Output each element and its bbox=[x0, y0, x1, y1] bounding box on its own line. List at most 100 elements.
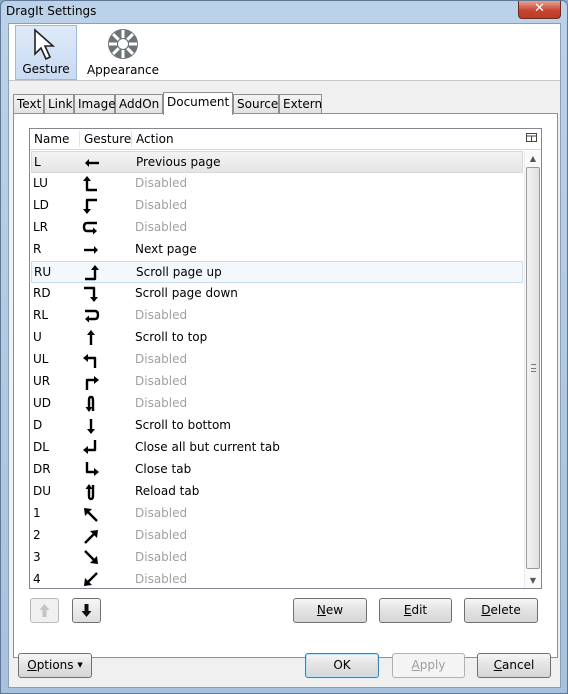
arrow-diag-up-left-icon bbox=[84, 508, 98, 522]
gesture-name-cell: UR bbox=[33, 374, 51, 388]
scroll-up-icon[interactable]: ▲ bbox=[525, 151, 541, 167]
gesture-list[interactable]: Name Gesture Action L Previous page LU Disa… bbox=[29, 128, 542, 589]
delete-button[interactable]: Delete bbox=[464, 598, 538, 623]
gesture-name-cell: UD bbox=[33, 396, 52, 410]
list-row[interactable]: DL Close all but current tab bbox=[31, 437, 523, 459]
list-row[interactable]: LU Disabled bbox=[31, 173, 523, 195]
arrow-up-icon bbox=[87, 330, 95, 345]
gesture-name-cell: 4 bbox=[33, 572, 41, 586]
list-row[interactable]: UR Disabled bbox=[31, 371, 523, 393]
wheel-icon bbox=[108, 29, 138, 59]
gesture-name-cell: U bbox=[33, 330, 42, 344]
gesture-name-cell: UL bbox=[33, 352, 49, 366]
column-divider[interactable] bbox=[79, 131, 80, 147]
arrow-down-left-icon bbox=[83, 440, 97, 454]
list-row[interactable]: UD Disabled bbox=[31, 393, 523, 415]
list-row[interactable]: R Next page bbox=[31, 239, 523, 261]
gesture-action-cell: Scroll to top bbox=[135, 330, 208, 344]
gesture-name-cell: 3 bbox=[33, 550, 41, 564]
arrow-down-icon bbox=[81, 604, 92, 617]
gesture-action-cell: Disabled bbox=[135, 308, 188, 322]
tab-panel-document: Name Gesture Action L Previous page LU Disa… bbox=[13, 113, 558, 658]
gesture-name-cell: D bbox=[33, 418, 43, 432]
list-row[interactable]: 2 Disabled bbox=[31, 525, 523, 547]
list-row[interactable]: 3 Disabled bbox=[31, 547, 523, 569]
gesture-name-cell: RU bbox=[34, 265, 52, 279]
tab-document[interactable]: Document bbox=[163, 92, 233, 115]
arrow-up-icon bbox=[39, 604, 50, 617]
arrow-down-up-icon bbox=[85, 484, 95, 501]
column-picker-icon[interactable] bbox=[526, 132, 538, 144]
tab-image[interactable]: Image bbox=[74, 94, 116, 114]
list-row[interactable]: LR Disabled bbox=[31, 217, 523, 239]
gesture-name-cell: R bbox=[33, 242, 42, 256]
list-row[interactable]: U Scroll to top bbox=[31, 327, 523, 349]
column-header-action[interactable]: Action bbox=[136, 132, 174, 146]
arrow-up-left-icon bbox=[83, 354, 97, 368]
apply-button[interactable]: Apply bbox=[392, 653, 465, 678]
list-row[interactable]: 4 Disabled bbox=[31, 569, 523, 588]
gesture-action-cell: Disabled bbox=[135, 198, 188, 212]
gesture-name-cell: DL bbox=[33, 440, 49, 454]
tab-source[interactable]: Source bbox=[233, 94, 279, 114]
gesture-action-cell: Scroll to bottom bbox=[135, 418, 231, 432]
edit-button[interactable]: Edit bbox=[379, 598, 452, 623]
move-down-button[interactable] bbox=[72, 598, 101, 623]
list-row[interactable]: RD Scroll page down bbox=[31, 283, 523, 305]
arrow-diag-down-right-icon bbox=[84, 550, 98, 564]
gesture-action-cell: Disabled bbox=[135, 176, 188, 190]
list-row[interactable]: RU Scroll page up bbox=[31, 261, 523, 283]
gesture-action-cell: Disabled bbox=[135, 528, 188, 542]
gesture-action-cell: Disabled bbox=[135, 550, 188, 564]
options-dropdown-button[interactable]: Options ▼ bbox=[18, 653, 92, 678]
ok-button[interactable]: OK bbox=[305, 653, 379, 678]
tab-extern[interactable]: Extern bbox=[279, 94, 322, 114]
scroll-down-icon[interactable]: ▼ bbox=[525, 573, 541, 588]
cursor-arrow-icon bbox=[34, 28, 56, 61]
gesture-category-button[interactable]: Gesture bbox=[15, 25, 77, 80]
vertical-scrollbar[interactable]: ▲ ▼ bbox=[524, 151, 541, 588]
arrow-left-right-icon bbox=[82, 221, 97, 235]
tab-addon[interactable]: AddOn bbox=[115, 94, 163, 114]
appearance-category-button[interactable]: Appearance bbox=[85, 25, 161, 80]
column-divider[interactable] bbox=[131, 131, 132, 147]
column-header-name[interactable]: Name bbox=[34, 132, 69, 146]
gesture-action-cell: Scroll page up bbox=[136, 265, 222, 279]
gesture-name-cell: DR bbox=[33, 462, 51, 476]
arrow-left-icon bbox=[85, 159, 99, 167]
gesture-name-cell: RL bbox=[33, 308, 49, 322]
list-row[interactable]: DR Close tab bbox=[31, 459, 523, 481]
list-row[interactable]: L Previous page bbox=[31, 151, 523, 173]
dialog-window: DragIt Settings ✕ Gesture Appearance Tex… bbox=[0, 0, 568, 694]
gesture-action-cell: Disabled bbox=[135, 572, 188, 586]
arrow-diag-up-right-icon bbox=[84, 530, 98, 544]
column-header-gesture[interactable]: Gesture bbox=[84, 132, 131, 146]
category-toolbar: Gesture Appearance bbox=[9, 24, 560, 81]
tab-link[interactable]: Link bbox=[44, 94, 74, 114]
move-up-button[interactable] bbox=[30, 598, 59, 623]
list-row[interactable]: 1 Disabled bbox=[31, 503, 523, 525]
scroll-thumb[interactable] bbox=[526, 167, 540, 569]
tab-text[interactable]: Text bbox=[13, 94, 44, 114]
list-row[interactable]: D Scroll to bottom bbox=[31, 415, 523, 437]
list-row[interactable]: DU Reload tab bbox=[31, 481, 523, 503]
gesture-name-cell: LR bbox=[33, 220, 49, 234]
arrow-up-right-icon bbox=[85, 376, 99, 390]
gesture-name-cell: RD bbox=[33, 286, 51, 300]
gesture-action-cell: Close tab bbox=[135, 462, 192, 476]
arrow-up-down-icon bbox=[85, 395, 95, 412]
cancel-button[interactable]: Cancel bbox=[477, 653, 551, 678]
new-button[interactable]: New bbox=[293, 598, 367, 623]
list-row[interactable]: RL Disabled bbox=[31, 305, 523, 327]
title-bar[interactable]: DragIt Settings ✕ bbox=[1, 1, 567, 23]
list-rows: L Previous page LU Disabled LD Disabled LR Disa… bbox=[30, 151, 524, 588]
appearance-category-label: Appearance bbox=[86, 63, 160, 77]
close-button[interactable]: ✕ bbox=[518, 1, 561, 19]
arrow-right-left-icon bbox=[85, 309, 100, 323]
grip-icon bbox=[531, 364, 536, 372]
gesture-name-cell: L bbox=[34, 155, 41, 169]
list-row[interactable]: UL Disabled bbox=[31, 349, 523, 371]
arrow-diag-down-left-icon bbox=[84, 572, 98, 586]
gesture-action-cell: Disabled bbox=[135, 396, 188, 410]
list-row[interactable]: LD Disabled bbox=[31, 195, 523, 217]
